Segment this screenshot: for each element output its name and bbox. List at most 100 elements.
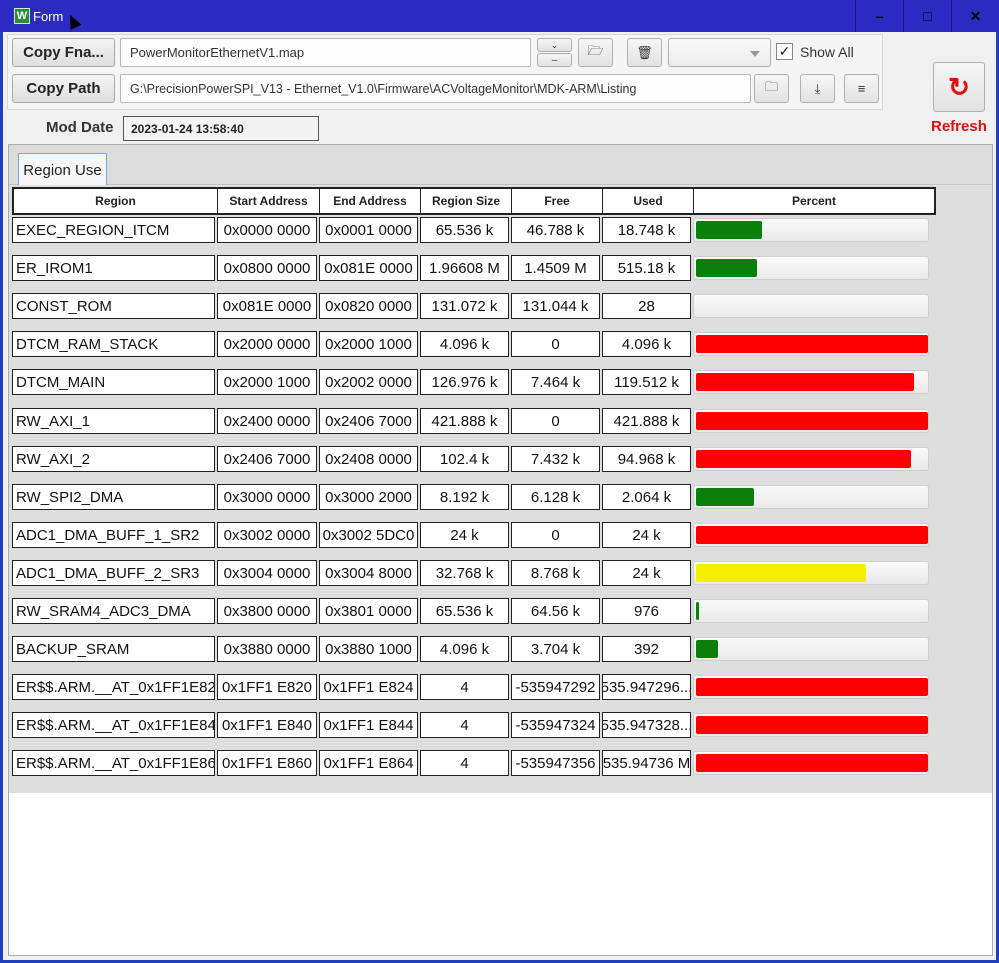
- cell-start-address: 0x1FF1 E820: [217, 674, 317, 700]
- cell-used: 976: [602, 598, 691, 624]
- percent-bar: [693, 675, 929, 699]
- percent-bar-fill: [696, 221, 762, 239]
- table-row[interactable]: RW_AXI_1 0x2400 0000 0x2406 7000 421.888 k0…: [12, 408, 929, 434]
- cell-start-address: 0x1FF1 E860: [217, 750, 317, 776]
- maximize-button[interactable]: □: [903, 0, 951, 32]
- cell-region-size: 4.096 k: [420, 636, 509, 662]
- col-header-end[interactable]: End Address: [320, 189, 421, 213]
- percent-bar-fill: [696, 678, 928, 696]
- table-row[interactable]: EXEC_REGION_ITCM 0x0000 0000 0x0001 0000 65…: [12, 217, 929, 243]
- cell-end-address: 0x2002 0000: [319, 369, 418, 395]
- cell-end-address: 0x1FF1 E824: [319, 674, 418, 700]
- copy-filename-button[interactable]: Copy Fna...: [12, 38, 115, 67]
- cell-free: 131.044 k: [511, 293, 600, 319]
- cell-region: ER$$.ARM.__AT_0x1FF1E820: [12, 674, 215, 700]
- cell-free: 0: [511, 522, 600, 548]
- cell-region-size: 4: [420, 750, 509, 776]
- percent-bar: [693, 256, 929, 280]
- grid-header: Region Start Address End Address Region …: [12, 187, 936, 215]
- percent-bar: [693, 409, 929, 433]
- table-row[interactable]: ADC1_DMA_BUFF_1_SR2 0x3002 0000 0x3002 5DC…: [12, 522, 929, 548]
- cell-used: 94.968 k: [602, 446, 691, 472]
- cell-end-address: 0x0820 0000: [319, 293, 418, 319]
- cell-end-address: 0x3801 0000: [319, 598, 418, 624]
- cell-used: 535.947328...: [602, 712, 691, 738]
- col-header-region[interactable]: Region: [14, 189, 218, 213]
- table-row[interactable]: DTCM_MAIN 0x2000 1000 0x2002 0000 126.976 k…: [12, 369, 929, 395]
- folder-icon: 🗀: [764, 78, 778, 94]
- close-button[interactable]: ✕: [951, 0, 999, 32]
- table-row[interactable]: CONST_ROM 0x081E 0000 0x0820 0000 131.072 k…: [12, 293, 929, 319]
- trash-icon: 🗑: [636, 44, 653, 60]
- minimize-icon: –: [875, 8, 884, 24]
- cell-region-size: 4.096 k: [420, 331, 509, 357]
- tab-region-use[interactable]: Region Use: [18, 153, 107, 186]
- browse-folder-button[interactable]: 🗀: [754, 74, 789, 103]
- file-controls-panel: Copy Fna... Copy Path PowerMonitorEthern…: [7, 34, 883, 110]
- refresh-button[interactable]: ↻: [933, 62, 985, 112]
- table-row[interactable]: DTCM_RAM_STACK 0x2000 0000 0x2000 1000 4.09…: [12, 331, 929, 357]
- download-button[interactable]: ⤓: [800, 74, 835, 103]
- table-row[interactable]: ER$$.ARM.__AT_0x1FF1E840 0x1FF1 E840 0x1FF…: [12, 712, 929, 738]
- spin-up-button[interactable]: ⌄: [537, 38, 572, 52]
- cell-region: BACKUP_SRAM: [12, 636, 215, 662]
- table-row[interactable]: RW_AXI_2 0x2406 7000 0x2408 0000 102.4 k 7.4…: [12, 446, 929, 472]
- col-header-used[interactable]: Used: [603, 189, 694, 213]
- mod-date-label: Mod Date: [46, 119, 114, 136]
- title-bar[interactable]: W Form – □ ✕: [0, 0, 999, 32]
- database-button[interactable]: ≡: [844, 74, 879, 103]
- spin-down-button[interactable]: –: [537, 53, 572, 67]
- table-row[interactable]: ER_IROM1 0x0800 0000 0x081E 0000 1.96608 M1…: [12, 255, 929, 281]
- cell-end-address: 0x081E 0000: [319, 255, 418, 281]
- copy-path-button[interactable]: Copy Path: [12, 74, 115, 103]
- table-row[interactable]: ER$$.ARM.__AT_0x1FF1E860 0x1FF1 E860 0x1FF…: [12, 750, 929, 776]
- cell-free: 7.464 k: [511, 369, 600, 395]
- mod-date-value: 2023-01-24 13:58:40: [123, 116, 319, 141]
- col-header-start[interactable]: Start Address: [218, 189, 320, 213]
- col-header-size[interactable]: Region Size: [421, 189, 512, 213]
- open-folder-button[interactable]: 🗁: [578, 38, 613, 67]
- table-row[interactable]: BACKUP_SRAM 0x3880 0000 0x3880 1000 4.096 k…: [12, 636, 929, 662]
- cell-used: 515.18 k: [602, 255, 691, 281]
- filename-input[interactable]: PowerMonitorEthernetV1.map: [120, 38, 531, 67]
- path-input[interactable]: G:\PrecisionPowerSPI_V13 - Ethernet_V1.0…: [120, 74, 751, 103]
- col-header-free[interactable]: Free: [512, 189, 603, 213]
- col-header-percent[interactable]: Percent: [694, 189, 934, 213]
- percent-bar-fill: [696, 602, 699, 620]
- percent-bar: [693, 370, 929, 394]
- cell-start-address: 0x3000 0000: [217, 484, 317, 510]
- delete-button[interactable]: 🗑: [627, 38, 662, 67]
- cell-used: 24 k: [602, 522, 691, 548]
- cell-region: DTCM_MAIN: [12, 369, 215, 395]
- cell-end-address: 0x2000 1000: [319, 331, 418, 357]
- percent-bar-fill: [696, 488, 754, 506]
- show-all-checkbox[interactable]: ✓: [776, 43, 793, 60]
- cell-start-address: 0x3880 0000: [217, 636, 317, 662]
- cell-end-address: 0x2406 7000: [319, 408, 418, 434]
- folder-open-icon: 🗁: [587, 42, 604, 58]
- cell-region-size: 32.768 k: [420, 560, 509, 586]
- cell-region: ER$$.ARM.__AT_0x1FF1E860: [12, 750, 215, 776]
- table-row[interactable]: RW_SRAM4_ADC3_DMA 0x3800 0000 0x3801 0000 6…: [12, 598, 929, 624]
- percent-bar: [693, 294, 929, 318]
- filter-dropdown[interactable]: [668, 38, 771, 67]
- app-window: W Form – □ ✕ Copy Fna... Copy Path Power…: [0, 0, 999, 963]
- cell-region: RW_SRAM4_ADC3_DMA: [12, 598, 215, 624]
- table-row[interactable]: ADC1_DMA_BUFF_2_SR3 0x3004 0000 0x3004 800…: [12, 560, 929, 586]
- cell-free: 3.704 k: [511, 636, 600, 662]
- table-row[interactable]: ER$$.ARM.__AT_0x1FF1E820 0x1FF1 E820 0x1FF…: [12, 674, 929, 700]
- cell-used: 18.748 k: [602, 217, 691, 243]
- cell-free: 0: [511, 408, 600, 434]
- tab-strip: Region Use: [9, 145, 992, 186]
- cell-start-address: 0x3800 0000: [217, 598, 317, 624]
- cell-end-address: 0x3002 5DC0: [319, 522, 418, 548]
- percent-bar-fill: [696, 640, 718, 658]
- percent-bar: [693, 637, 929, 661]
- table-row[interactable]: RW_SPI2_DMA 0x3000 0000 0x3000 2000 8.192 k…: [12, 484, 929, 510]
- cell-region-size: 65.536 k: [420, 598, 509, 624]
- cell-end-address: 0x1FF1 E864: [319, 750, 418, 776]
- minimize-button[interactable]: –: [855, 0, 903, 32]
- percent-bar-fill: [696, 335, 928, 353]
- percent-bar: [693, 523, 929, 547]
- refresh-label: Refresh: [931, 118, 987, 135]
